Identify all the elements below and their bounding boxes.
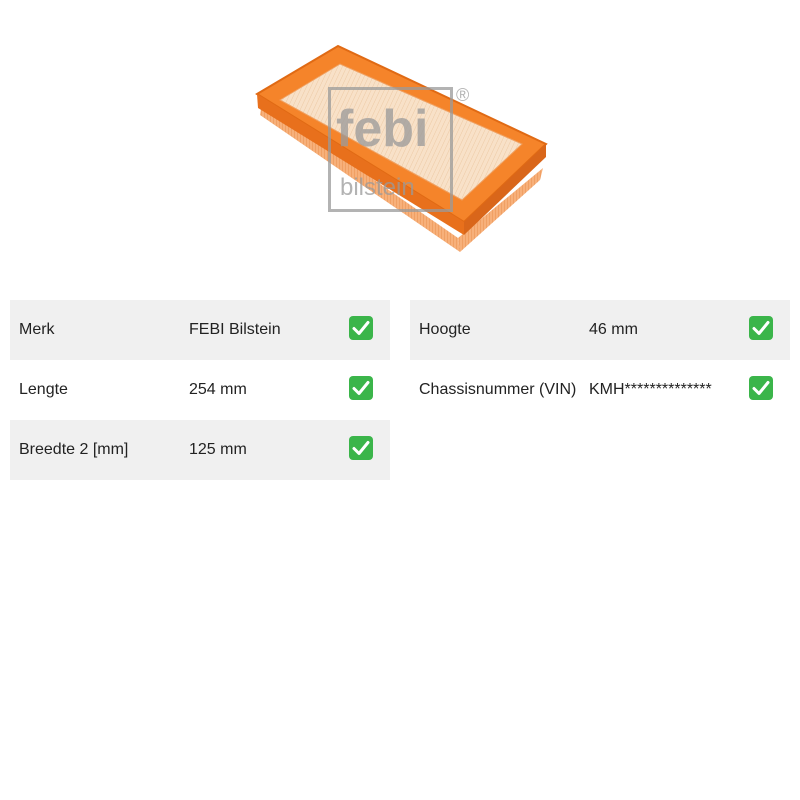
spec-row-lengte: Lengte 254 mm	[10, 360, 390, 420]
spec-value: 125 mm	[189, 441, 247, 458]
spec-row-hoogte: Hoogte 46 mm	[410, 300, 790, 360]
spec-value: KMH**************	[589, 381, 712, 398]
check-mark-button-icon	[349, 436, 373, 460]
spec-label: Hoogte	[419, 321, 471, 338]
spec-value: 254 mm	[189, 381, 247, 398]
product-image: febi bilstein ®	[240, 30, 560, 270]
spec-label: Chassisnummer (VIN)	[419, 381, 577, 398]
spec-value: 46 mm	[589, 321, 638, 338]
spec-table-left: Merk FEBI Bilstein Lengte 254 mm Breedte…	[10, 300, 390, 480]
spec-value: FEBI Bilstein	[189, 321, 281, 338]
spec-table-right: Hoogte 46 mm Chassisnummer (VIN) KMH****…	[410, 300, 790, 420]
watermark-bilstein: bilstein	[340, 174, 415, 201]
spec-label: Merk	[19, 321, 55, 338]
brand-watermark: febi bilstein ®	[328, 85, 469, 213]
watermark-registered-mark: ®	[456, 85, 470, 105]
spec-label: Breedte 2 [mm]	[19, 441, 129, 458]
check-mark-button-icon	[349, 376, 373, 400]
check-mark-button-icon	[749, 316, 773, 340]
check-mark-button-icon	[749, 376, 773, 400]
spec-label: Lengte	[19, 381, 68, 398]
spec-row-vin: Chassisnummer (VIN) KMH**************	[410, 360, 790, 420]
watermark-febi: febi	[336, 100, 429, 158]
spec-row-breedte: Breedte 2 [mm] 125 mm	[10, 420, 390, 480]
check-mark-button-icon	[349, 316, 373, 340]
spec-row-merk: Merk FEBI Bilstein	[10, 300, 390, 360]
